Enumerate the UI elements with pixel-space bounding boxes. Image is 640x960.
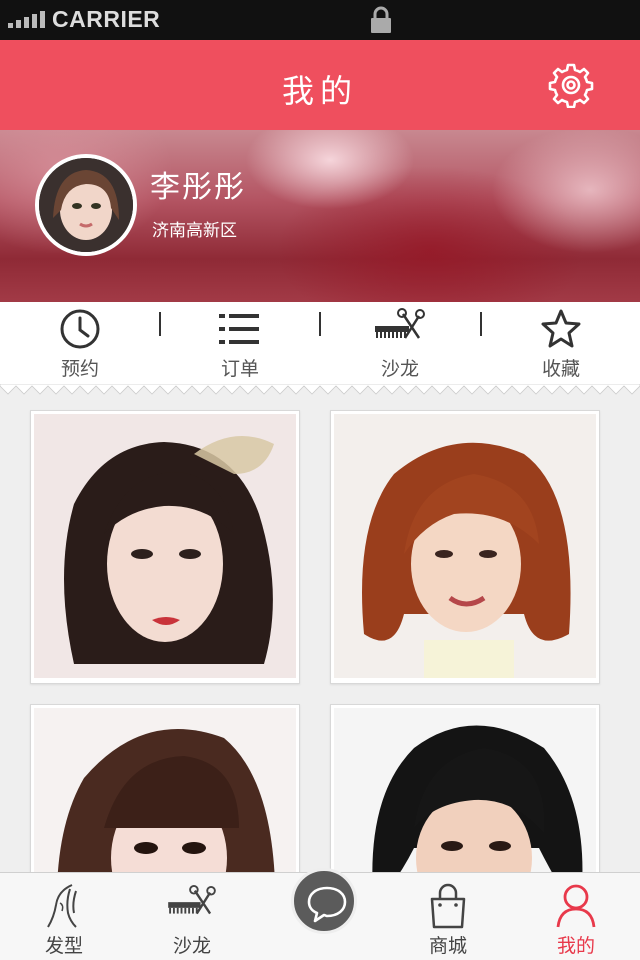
quick-item-salon[interactable]: 沙龙 xyxy=(320,302,480,386)
quick-item-label: 预约 xyxy=(60,358,99,380)
shopping-bag-icon xyxy=(430,883,466,929)
lock-icon xyxy=(371,6,391,33)
tab-mine[interactable]: 我的 xyxy=(512,873,640,960)
quick-item-orders[interactable]: 订单 xyxy=(160,302,320,386)
person-icon xyxy=(556,884,596,928)
zigzag-edge xyxy=(0,384,640,395)
quick-item-appointment[interactable]: 预约 xyxy=(0,302,160,386)
gear-icon[interactable] xyxy=(548,62,594,108)
tab-label: 商城 xyxy=(428,935,467,957)
header-bar: 我的 xyxy=(0,40,640,130)
tab-hairstyle[interactable]: 发型 xyxy=(0,873,128,960)
hairstyle-photo xyxy=(34,414,296,678)
page-title: 我的 xyxy=(281,72,358,110)
quick-item-label: 订单 xyxy=(220,358,259,380)
status-bar: CARRIER xyxy=(0,0,640,40)
user-name: 李彤彤 xyxy=(150,170,246,205)
signal-strength-icon xyxy=(8,10,45,28)
quick-item-label: 沙龙 xyxy=(380,358,419,380)
profile-banner: 李彤彤 济南高新区 xyxy=(0,130,640,302)
quick-item-favorites[interactable]: 收藏 xyxy=(481,302,640,386)
tab-label: 我的 xyxy=(556,935,595,957)
clock-icon xyxy=(60,309,100,349)
hairstyle-card[interactable] xyxy=(330,410,600,684)
tab-label: 发型 xyxy=(44,935,83,957)
avatar[interactable] xyxy=(35,154,137,256)
tab-label: 沙龙 xyxy=(172,935,211,957)
hairstyle-card[interactable] xyxy=(30,410,300,684)
tab-salon[interactable]: 沙龙 xyxy=(128,873,256,960)
quick-item-label: 收藏 xyxy=(541,358,580,380)
hairstyle-photo xyxy=(334,414,596,678)
hairstyle-icon xyxy=(47,884,77,928)
chat-button[interactable] xyxy=(291,868,357,934)
chat-bubble-icon xyxy=(307,886,347,923)
tab-shop[interactable]: 商城 xyxy=(384,873,512,960)
comb-scissors-icon xyxy=(168,885,216,915)
carrier-name: CARRIER xyxy=(52,6,161,32)
user-location: 济南高新区 xyxy=(152,221,237,241)
star-icon xyxy=(541,309,581,348)
list-icon xyxy=(219,314,259,344)
comb-scissors-icon xyxy=(375,308,425,339)
quick-menu: 预约 订单 沙龙 收藏 xyxy=(0,302,640,386)
